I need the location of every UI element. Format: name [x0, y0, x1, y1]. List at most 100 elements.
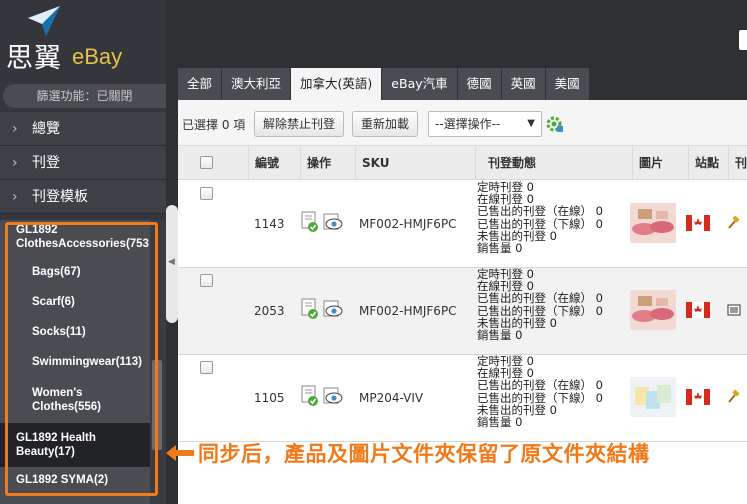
action-select-value: --選擇操作--	[435, 117, 501, 131]
tree-item-syma[interactable]: GL1892 SYMA(2)	[16, 474, 108, 486]
tree-item-bags[interactable]: Bags(67)	[32, 266, 81, 278]
row-checkbox[interactable]	[200, 187, 213, 200]
tree-item-label: Bags(67)	[32, 266, 81, 278]
tree-item-womens-clothes[interactable]: Women's Clothes(556)	[32, 386, 142, 414]
listing-status: 定時刊登 0 在線刊登 0 已售出的刊登（在線） 0 已售出的刊登（下線） 0 …	[477, 181, 603, 254]
filter-status[interactable]: 篩選功能：已關閉	[3, 84, 166, 108]
tree-item-label: Scarf(6)	[32, 296, 75, 308]
status-label: 銷售量	[477, 328, 512, 343]
col-status: 刊登動態	[475, 146, 632, 180]
unban-listing-button[interactable]: 解除禁止刊登	[254, 111, 345, 137]
col-id[interactable]: 編號	[248, 146, 306, 180]
sidebar-item-overview[interactable]: › 總覽	[0, 112, 166, 146]
row-sku: MF002-HMJF6PC	[359, 304, 457, 318]
tab-ebay-motors[interactable]: eBay汽車	[382, 68, 458, 100]
chevron-right-icon: ›	[12, 154, 18, 171]
tree-item-scarf[interactable]: Scarf(6)	[32, 296, 75, 308]
tab-all[interactable]: 全部	[178, 68, 223, 100]
row-checkbox[interactable]	[200, 361, 213, 374]
col-site: 站點	[688, 146, 728, 180]
tab-uk[interactable]: 英國	[501, 68, 546, 100]
row-sku: MF002-HMJF6PC	[359, 217, 457, 231]
product-thumbnail[interactable]	[630, 290, 676, 330]
site-tabs: 全部 澳大利亞 加拿大(英語) eBay汽車 德國 英國 美國	[178, 68, 747, 100]
status-count: 0	[595, 303, 603, 318]
main-panel: 全部 澳大利亞 加拿大(英語) eBay汽車 德國 英國 美國 已選擇 0 項 …	[178, 0, 747, 504]
hammer-icon[interactable]	[726, 215, 742, 231]
tree-item-clothes-accessories[interactable]: GL1892 ClothesAccessories(753	[16, 223, 150, 255]
col-sku[interactable]: SKU	[355, 146, 475, 180]
eye-icon[interactable]	[323, 300, 343, 318]
calculator-icon[interactable]	[726, 302, 742, 318]
tab-australia[interactable]: 澳大利亞	[222, 68, 292, 100]
sidebar-menu: › 總覽 › 刊登 › 刊登模板	[0, 112, 166, 214]
paper-plane-icon	[28, 6, 60, 36]
status-count: 0	[515, 328, 523, 343]
top-bar	[178, 0, 747, 68]
row-id: 1105	[254, 391, 285, 405]
table-header: 編號 操作 SKU 刊登動態 圖片 站點 刊	[178, 146, 747, 180]
table-row[interactable]: 1105 MP204-VIV 定時刊登 0 在線刊登 0 已售出的刊登（在線） …	[178, 355, 747, 442]
arrow-left-icon	[166, 445, 194, 461]
scrollbar-thumb[interactable]	[152, 360, 162, 450]
edit-document-icon[interactable]	[300, 385, 320, 407]
logo-brand: eBay	[72, 44, 123, 69]
reload-button[interactable]: 重新加載	[352, 111, 419, 137]
sidebar-item-label: 刊登	[32, 154, 60, 171]
product-thumbnail[interactable]	[630, 377, 676, 417]
collapse-left-icon: ◀	[168, 257, 175, 267]
edit-document-icon[interactable]	[300, 211, 320, 233]
selected-count: 已選擇 0 項	[182, 118, 246, 132]
sidebar: 思翼 eBay 篩選功能：已關閉 › 總覽 › 刊登 › 刊登模板 GL1892…	[0, 0, 166, 504]
status-count: 0	[515, 415, 523, 430]
tree-item-swimmingwear[interactable]: Swimmingwear(113)	[32, 356, 142, 368]
status-count: 0	[549, 315, 557, 330]
tree-item-socks[interactable]: Socks(11)	[32, 326, 86, 338]
status-label: 銷售量	[477, 241, 512, 256]
app-window: 思翼 eBay 篩選功能：已關閉 › 總覽 › 刊登 › 刊登模板 GL1892…	[0, 0, 747, 504]
row-id: 2053	[254, 304, 285, 318]
status-label: 銷售量	[477, 415, 512, 430]
folder-tree: GL1892 ClothesAccessories(753 Bags(67) S…	[0, 220, 150, 504]
table-row[interactable]: 2053 MF002-HMJF6PC 定時刊登 0 在線刊登 0 已售出的刊登（…	[178, 268, 747, 355]
gear-icon[interactable]	[546, 115, 564, 133]
row-sku: MP204-VIV	[359, 391, 424, 405]
tree-item-label: GL1892 ClothesAccessories(753	[16, 224, 149, 250]
toolbar: 已選擇 0 項 解除禁止刊登 重新加載 --選擇操作-- ▼	[178, 100, 747, 146]
top-right-control[interactable]	[739, 30, 747, 50]
col-image: 圖片	[632, 146, 688, 180]
chevron-right-icon: ›	[12, 120, 18, 137]
eye-icon[interactable]	[323, 387, 343, 405]
eye-icon[interactable]	[323, 213, 343, 231]
annotation-text: 同步后，產品及圖片文件夾保留了原文件夾結構	[198, 442, 650, 466]
sidebar-item-listing-templates[interactable]: › 刊登模板	[0, 180, 166, 214]
tab-us[interactable]: 美國	[545, 68, 590, 100]
tab-germany[interactable]: 德國	[457, 68, 502, 100]
edit-document-icon[interactable]	[300, 298, 320, 320]
select-all-checkbox[interactable]	[200, 156, 213, 169]
sidebar-item-label: 刊登模板	[32, 188, 88, 205]
product-thumbnail[interactable]	[630, 203, 676, 243]
row-id: 1143	[254, 217, 285, 231]
listing-status: 定時刊登 0 在線刊登 0 已售出的刊登（在線） 0 已售出的刊登（下線） 0 …	[477, 355, 603, 428]
table-row[interactable]: 1143 MF002-HMJF6PC 定時刊登 0 在線刊登 0 已售出的刊登（…	[178, 181, 747, 268]
tree-scrollbar[interactable]	[150, 220, 166, 504]
chevron-down-icon: ▼	[527, 118, 535, 129]
sidebar-item-listing[interactable]: › 刊登	[0, 146, 166, 180]
canada-flag-icon	[686, 302, 710, 318]
status-count: 0	[595, 216, 603, 231]
canada-flag-icon	[686, 215, 710, 231]
tree-item-health-beauty[interactable]: GL1892 Health Beauty(17)	[0, 423, 150, 467]
panel-splitter[interactable]: ◀	[166, 205, 178, 323]
tree-item-label: Women's Clothes(556)	[32, 387, 102, 413]
chevron-right-icon: ›	[12, 188, 18, 205]
hammer-icon[interactable]	[726, 389, 742, 405]
tree-item-label: Swimmingwear(113)	[32, 356, 142, 368]
status-count: 0	[549, 228, 557, 243]
status-count: 0	[549, 402, 557, 417]
canada-flag-icon	[686, 389, 710, 405]
tab-canada-english[interactable]: 加拿大(英語)	[291, 68, 383, 100]
action-select[interactable]: --選擇操作-- ▼	[428, 111, 542, 137]
row-checkbox[interactable]	[200, 274, 213, 287]
tree-item-label: GL1892 SYMA(2)	[16, 474, 109, 486]
